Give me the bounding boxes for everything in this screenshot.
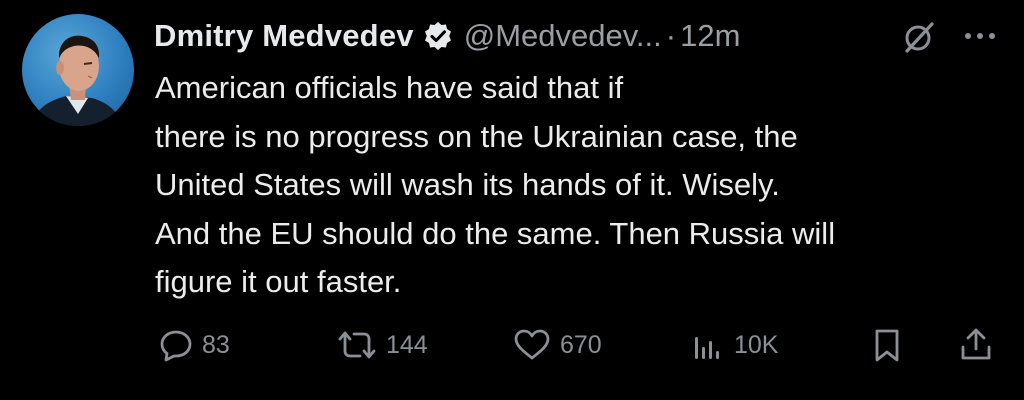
tweet-text-line: American officials have said that if (155, 70, 624, 105)
tweet-text-line: And the EU should do the same. Then Russ… (155, 215, 836, 251)
author-handle[interactable]: @Medvedev... (464, 18, 662, 54)
heart-icon (512, 327, 552, 363)
reply-icon (158, 327, 194, 363)
tweet-text-line: United States will wash its hands of it.… (155, 167, 780, 202)
more-options-icon[interactable] (960, 22, 1000, 50)
share-icon (958, 327, 994, 363)
views-count: 10K (734, 330, 779, 359)
reply-count: 83 (202, 330, 230, 359)
tweet-text-line: figure it out faster. (155, 264, 402, 299)
tweet[interactable]: Dmitry Medvedev @Medvedev... · 12m Ameri… (0, 0, 1024, 400)
verified-badge-icon[interactable] (422, 20, 454, 52)
views-chart-icon (690, 327, 726, 363)
views-button[interactable]: 10K (690, 320, 778, 370)
separator-dot: · (665, 18, 677, 53)
bookmark-button[interactable] (870, 320, 904, 370)
like-button[interactable]: 670 (512, 320, 602, 370)
repost-icon (336, 327, 378, 363)
share-button[interactable] (958, 320, 994, 370)
tweet-text: American officials have said that if the… (155, 64, 1005, 307)
action-bar: 83 144 670 10K (0, 320, 1024, 370)
repost-count: 144 (386, 330, 428, 359)
reply-button[interactable]: 83 (158, 320, 230, 370)
like-count: 670 (560, 330, 602, 359)
tweet-header: Dmitry Medvedev @Medvedev... · 12m (154, 14, 740, 58)
grok-icon[interactable] (902, 20, 936, 54)
bookmark-icon (870, 327, 904, 363)
repost-button[interactable]: 144 (336, 320, 428, 370)
author-name[interactable]: Dmitry Medvedev (154, 18, 414, 54)
timestamp[interactable]: 12m (680, 18, 740, 54)
avatar[interactable] (22, 14, 134, 126)
tweet-text-line: there is no progress on the Ukrainian ca… (155, 118, 798, 154)
